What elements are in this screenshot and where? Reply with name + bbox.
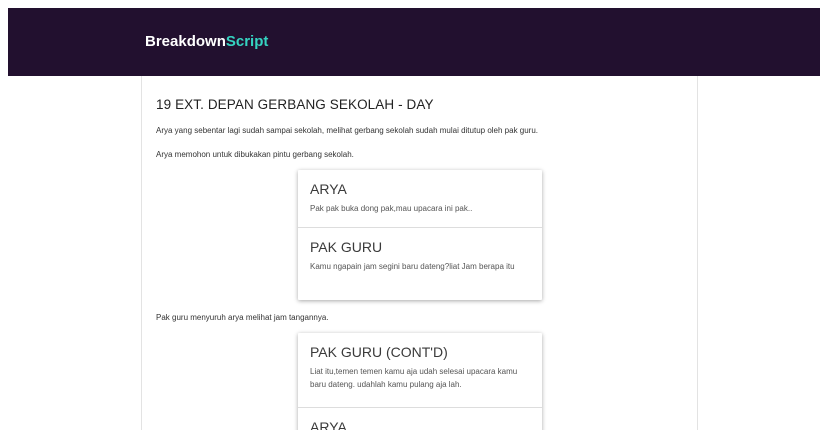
dialog-block: ARYA Pak pak buka dong pak,mau upacara i… bbox=[298, 170, 542, 227]
dialog-card: ARYA Pak pak buka dong pak,mau upacara i… bbox=[298, 170, 542, 300]
dialog-line: Pak pak buka dong pak,mau upacara ini pa… bbox=[310, 204, 473, 213]
top-navbar: BreakdownScript bbox=[8, 8, 820, 76]
character-name: ARYA bbox=[310, 181, 347, 197]
brand-name-part1: Breakdown bbox=[145, 33, 226, 50]
dialog-block: PAK GURU (CONT'D) Liat itu,temen temen k… bbox=[298, 333, 542, 407]
dialog-card: PAK GURU (CONT'D) Liat itu,temen temen k… bbox=[298, 333, 542, 430]
scene-heading: 19 EXT. DEPAN GERBANG SEKOLAH - DAY bbox=[156, 97, 434, 112]
page: BreakdownScript 19 EXT. DEPAN GERBANG SE… bbox=[0, 0, 820, 430]
action-line: Arya memohon untuk dibukakan pintu gerba… bbox=[156, 150, 354, 159]
dialog-block: PAK GURU Kamu ngapain jam segini baru da… bbox=[298, 227, 542, 300]
action-line: Pak guru menyuruh arya melihat jam tanga… bbox=[156, 313, 329, 322]
brand-name-part2: Script bbox=[225, 33, 269, 50]
script-content-panel: 19 EXT. DEPAN GERBANG SEKOLAH - DAY Arya… bbox=[141, 76, 698, 430]
brand-logo[interactable]: BreakdownScript bbox=[145, 33, 268, 50]
dialog-line: Kamu ngapain jam segini baru dateng?liat… bbox=[310, 262, 515, 271]
dialog-block: ARYA bbox=[298, 407, 542, 430]
dialog-line: Liat itu,temen temen kamu aja udah seles… bbox=[310, 367, 518, 389]
action-line: Arya yang sebentar lagi sudah sampai sek… bbox=[156, 126, 539, 135]
character-name: PAK GURU bbox=[310, 239, 383, 255]
character-name: ARYA bbox=[310, 419, 347, 430]
character-name: PAK GURU (CONT'D) bbox=[310, 344, 448, 360]
